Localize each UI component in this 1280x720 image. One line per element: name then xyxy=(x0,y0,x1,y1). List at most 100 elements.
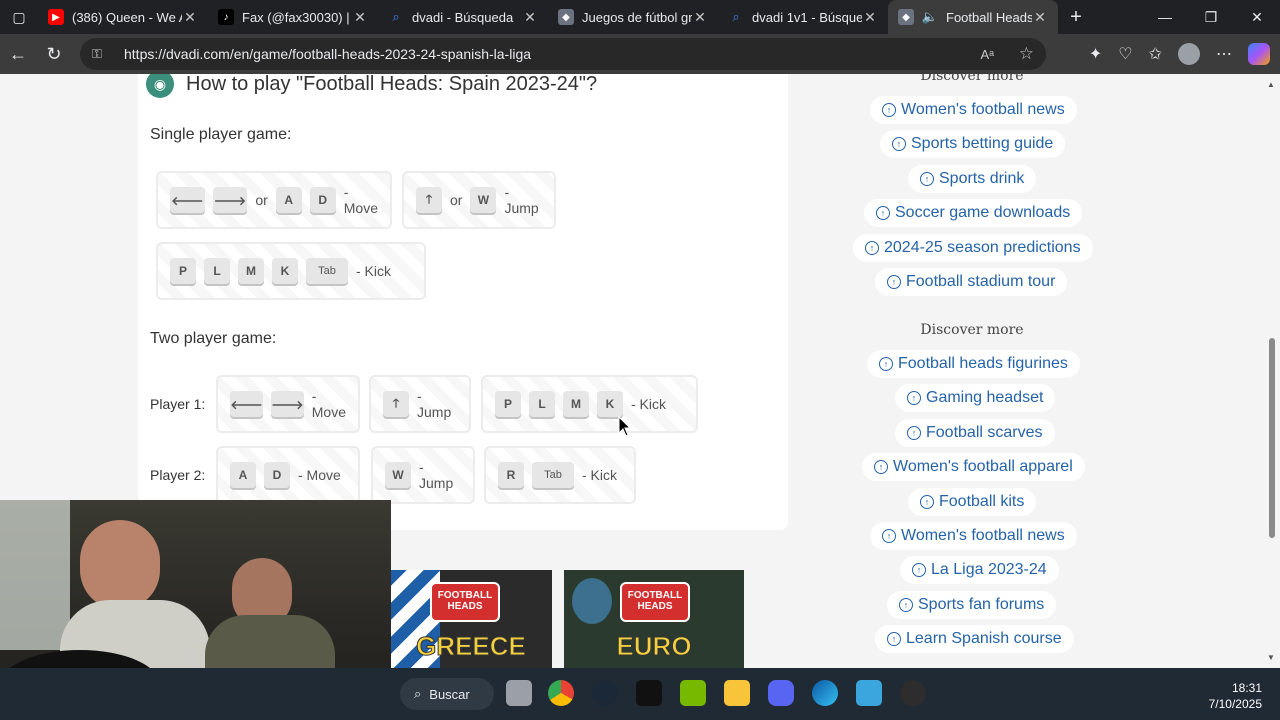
d-key: D xyxy=(309,187,336,213)
obs-icon[interactable] xyxy=(900,680,926,706)
or-label: or xyxy=(450,192,463,208)
discover-link[interactable]: ↑ Learn Spanish course xyxy=(875,625,1074,653)
edge-icon[interactable] xyxy=(812,680,838,706)
discover-link[interactable]: ↑ Gaming headset xyxy=(895,384,1056,412)
nvidia-icon[interactable] xyxy=(680,680,706,706)
single-jump-group: 🡑 or W - Jump xyxy=(402,171,556,229)
discover-link[interactable]: ↑ La Liga 2023-24 xyxy=(900,556,1059,584)
tab-title: (386) Queen - We Ar xyxy=(72,9,182,25)
discover-link-label: Sports drink xyxy=(939,170,1025,187)
taskbar-search[interactable]: ⌕ Buscar xyxy=(400,678,494,710)
discover-link-label: Learn Spanish course xyxy=(906,630,1062,647)
task-view-icon[interactable] xyxy=(506,680,532,706)
up-arrow-key: 🡑 xyxy=(383,391,409,417)
l-key: L xyxy=(204,258,230,284)
w-key: W xyxy=(470,187,497,213)
discord-icon[interactable] xyxy=(768,680,794,706)
discover-link[interactable]: ↑ Sports fan forums xyxy=(887,591,1057,619)
favorites-icon[interactable]: ✩ xyxy=(1149,44,1162,64)
tab-key: Tab xyxy=(532,462,574,488)
extensions-icon[interactable]: ✦ xyxy=(1089,44,1102,64)
browser-tab[interactable]: ♪ Fax (@fax30030) | Tik ✕ xyxy=(208,0,378,34)
discover-link[interactable]: ↑ Football heads figurines xyxy=(867,350,1080,378)
discover-link-label: Women's football news xyxy=(901,527,1065,544)
discover-link[interactable]: ↑ Soccer game downloads xyxy=(864,199,1083,227)
discover-link[interactable]: ↑ Football scarves xyxy=(895,419,1055,447)
discover-link-label: Football scarves xyxy=(926,424,1043,441)
arrow-up-circle-icon: ↑ xyxy=(912,563,926,577)
arrow-up-circle-icon: ↑ xyxy=(882,529,896,543)
game-card-greece[interactable]: FOOTBALL HEADS GREECE xyxy=(390,570,552,668)
browser-tab[interactable]: ▶ (386) Queen - We Ar ✕ xyxy=(38,0,208,34)
close-tab-icon[interactable]: ✕ xyxy=(182,9,198,26)
address-bar[interactable]: ⚿ https://dvadi.com/en/game/football-hea… xyxy=(80,38,1046,70)
page-scrollbar[interactable]: ▲ ▼ xyxy=(1264,74,1280,668)
discover-link[interactable]: ↑ Football kits xyxy=(908,488,1037,516)
more-menu-icon[interactable]: ⋯ xyxy=(1216,44,1232,64)
epic-games-icon[interactable] xyxy=(636,680,662,706)
tab-title: dvadi - Búsqueda xyxy=(412,9,514,25)
discover-link-label: Soccer game downloads xyxy=(895,204,1071,221)
discover-link[interactable]: ↑ Women's football news xyxy=(870,522,1077,550)
file-explorer-icon[interactable] xyxy=(724,680,750,706)
game-card-euro[interactable]: FOOTBALL HEADS EURO xyxy=(564,570,744,668)
browser-tab[interactable]: ⌕ dvadi - Búsqueda ✕ xyxy=(378,0,548,34)
copilot-icon[interactable] xyxy=(1248,43,1270,65)
discover-link[interactable]: ↑ Sports drink xyxy=(908,165,1037,193)
browser-tab-active[interactable]: ◆ 🔈 Football Heads: ✕ xyxy=(888,0,1058,34)
toolbar: ← ↻ ⚿ https://dvadi.com/en/game/football… xyxy=(0,34,1280,74)
p-key: P xyxy=(495,391,521,417)
chrome-icon[interactable] xyxy=(548,680,574,706)
favorite-star-icon[interactable]: ☆ xyxy=(1019,44,1034,64)
jump-label: - Jump xyxy=(417,388,452,420)
browser-tab[interactable]: ◆ Juegos de fútbol gra ✕ xyxy=(548,0,718,34)
clock-time: 18:31 xyxy=(1231,681,1262,695)
close-window-icon[interactable]: ✕ xyxy=(1234,0,1280,34)
arrow-up-circle-icon: ↑ xyxy=(899,598,913,612)
close-tab-icon[interactable]: ✕ xyxy=(522,9,538,26)
discover-link[interactable]: ↑ 2024-25 season predictions xyxy=(853,234,1093,262)
close-tab-icon[interactable]: ✕ xyxy=(692,9,708,26)
discover-link[interactable]: ↑ Sports betting guide xyxy=(880,130,1066,158)
tab-actions-icon[interactable]: ▢ xyxy=(0,0,38,34)
discover-link[interactable]: ↑ Women's football apparel xyxy=(862,453,1085,481)
close-tab-icon[interactable]: ✕ xyxy=(862,9,878,26)
discover-link[interactable]: ↑ Football stadium tour xyxy=(875,268,1068,296)
close-tab-icon[interactable]: ✕ xyxy=(352,9,368,26)
site-info-icon[interactable]: ⚿ xyxy=(92,46,112,62)
p2-jump-group: W - Jump xyxy=(371,446,475,504)
discover-link-label: Sports fan forums xyxy=(918,596,1045,613)
refresh-icon[interactable]: ↻ xyxy=(36,34,72,74)
tab-title: Fax (@fax30030) | Tik xyxy=(242,9,352,25)
restore-icon[interactable]: ❐ xyxy=(1188,0,1234,34)
new-tab-button[interactable]: + xyxy=(1058,6,1094,29)
steam-icon[interactable] xyxy=(592,680,618,706)
taskbar: ⌕ Buscar 18:31 7/10/2025 xyxy=(0,668,1280,720)
read-aloud-icon[interactable]: Aᵃ xyxy=(980,47,994,62)
system-clock[interactable]: 18:31 7/10/2025 xyxy=(1209,680,1262,712)
left-arrow-key: 🡐 xyxy=(170,187,205,213)
player1-label: Player 1: xyxy=(150,396,206,412)
discover-link-label: La Liga 2023-24 xyxy=(931,561,1047,578)
speaker-icon[interactable]: 🔈 xyxy=(922,9,938,25)
discover-link-label: Football stadium tour xyxy=(906,273,1056,290)
browser-tab[interactable]: ⌕ dvadi 1v1 - Búsqued ✕ xyxy=(718,0,888,34)
close-tab-icon[interactable]: ✕ xyxy=(1032,9,1048,26)
m-key: M xyxy=(238,258,264,284)
browser-essentials-icon[interactable]: ♡ xyxy=(1118,44,1132,64)
search-icon: ⌕ xyxy=(392,9,400,24)
a-key: A xyxy=(275,187,302,213)
profile-avatar[interactable] xyxy=(1178,43,1200,65)
scroll-up-icon[interactable]: ▲ xyxy=(1267,80,1275,89)
right-arrow-key: 🡒 xyxy=(270,391,304,417)
scroll-down-icon[interactable]: ▼ xyxy=(1267,653,1275,662)
section-title: How to play "Football Heads: Spain 2023-… xyxy=(186,74,598,95)
r-key: R xyxy=(498,462,524,488)
notepad-icon[interactable] xyxy=(856,680,882,706)
minimize-icon[interactable]: — xyxy=(1142,0,1188,34)
scrollbar-thumb[interactable] xyxy=(1269,338,1275,538)
back-icon[interactable]: ← xyxy=(0,34,36,74)
p1-kick-group: P L M K - Kick xyxy=(481,375,698,433)
discover-link[interactable]: ↑ Women's football news xyxy=(870,96,1077,124)
k-key: K xyxy=(597,391,623,417)
